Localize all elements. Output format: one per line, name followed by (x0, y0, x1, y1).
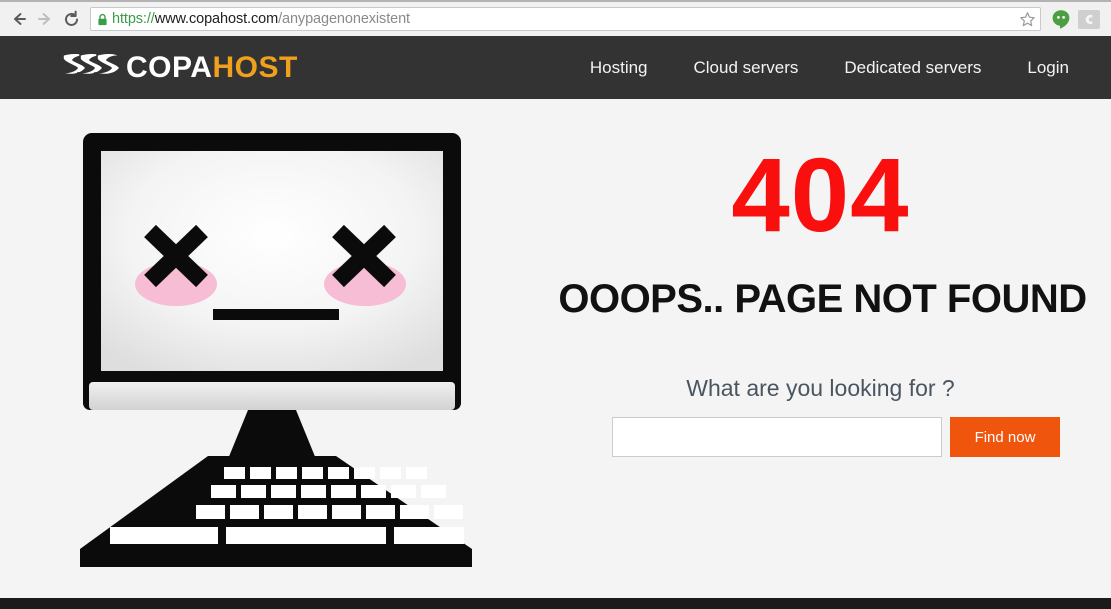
browser-toolbar: https://www.copahost.com/anypagenonexist… (0, 0, 1111, 36)
nav-item-dedicated-servers[interactable]: Dedicated servers (844, 58, 981, 78)
site-logo[interactable]: COPAHOST (56, 44, 298, 91)
reload-icon[interactable] (58, 6, 84, 32)
url-host: www.copahost.com (154, 11, 279, 27)
error-code: 404 (731, 137, 910, 254)
hangouts-icon[interactable] (1047, 6, 1075, 32)
find-now-button[interactable]: Find now (950, 417, 1060, 457)
bookmark-star-icon[interactable] (1019, 11, 1036, 28)
site-footer (0, 598, 1111, 609)
nav-item-login[interactable]: Login (1027, 58, 1069, 78)
main-navigation: Hosting Cloud servers Dedicated servers … (590, 58, 1069, 78)
logo-text-copa: COPA (126, 50, 213, 84)
forward-arrow-icon (32, 6, 58, 32)
url-text: https://www.copahost.com/anypagenonexist… (112, 11, 1015, 27)
url-scheme: https:// (112, 11, 155, 27)
sad-monitor-illustration (80, 129, 480, 579)
search-form: Find now (612, 417, 1060, 457)
nav-item-hosting[interactable]: Hosting (590, 58, 648, 78)
logo-text: COPAHOST (126, 50, 298, 84)
nav-item-cloud-servers[interactable]: Cloud servers (694, 58, 799, 78)
error-content: 404 OOOPS.. PAGE NOT FOUND What are you … (530, 99, 1111, 598)
error-headline: OOOPS.. PAGE NOT FOUND (558, 277, 1087, 321)
copahost-swoosh-logo-icon (56, 44, 124, 91)
back-arrow-icon[interactable] (6, 6, 32, 32)
page-content: 404 OOOPS.. PAGE NOT FOUND What are you … (0, 99, 1111, 598)
extension-icon[interactable] (1075, 6, 1103, 32)
search-input[interactable] (612, 417, 942, 457)
logo-text-host: HOST (212, 50, 298, 84)
site-header: COPAHOST Hosting Cloud servers Dedicated… (0, 36, 1111, 99)
secure-lock-icon (97, 13, 108, 26)
address-bar[interactable]: https://www.copahost.com/anypagenonexist… (90, 7, 1041, 31)
url-path: /anypagenonexistent (278, 11, 410, 27)
search-prompt-label: What are you looking for ? (686, 375, 955, 401)
